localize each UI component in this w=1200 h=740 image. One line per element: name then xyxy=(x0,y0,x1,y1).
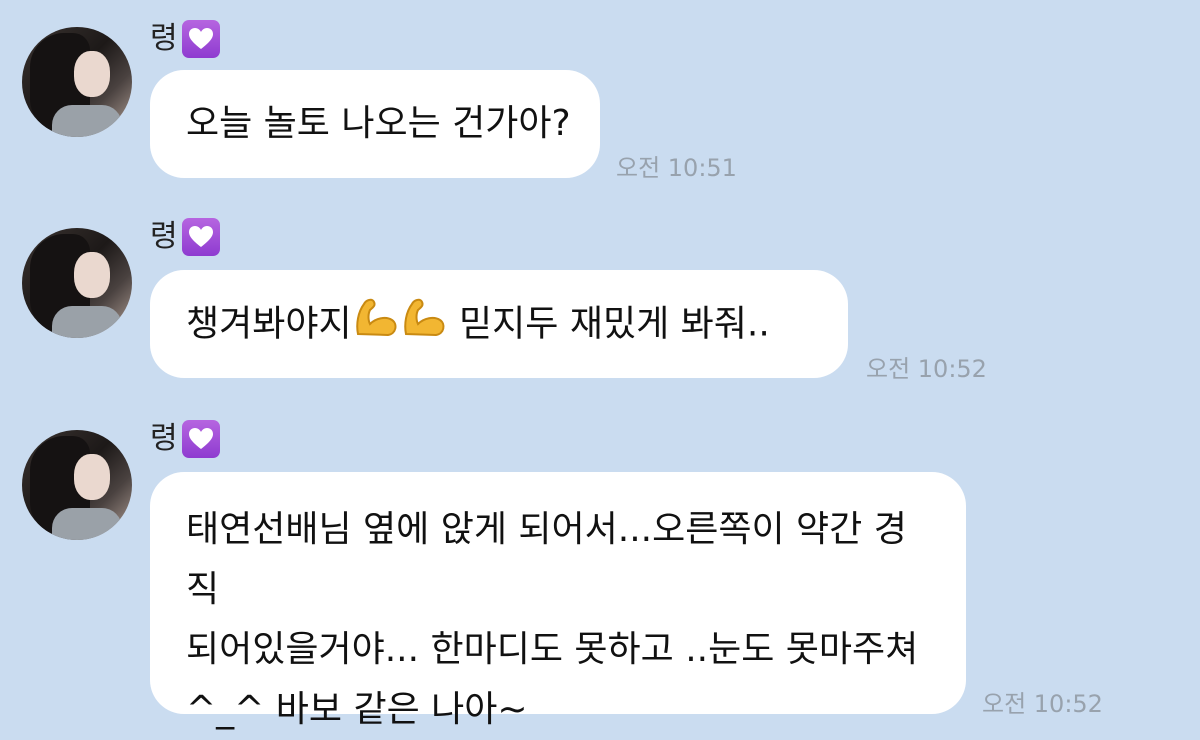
purple-heart-icon xyxy=(181,218,220,256)
avatar[interactable] xyxy=(22,430,132,540)
purple-heart-icon xyxy=(181,20,220,58)
flexed-biceps-icon xyxy=(400,294,448,357)
avatar[interactable] xyxy=(22,228,132,338)
message-bubble[interactable]: 태연선배님 옆에 앉게 되어서...오른쪽이 약간 경직 되어있을거야... 한… xyxy=(150,472,966,730)
timestamp: 오전 10:52 xyxy=(866,355,987,383)
message-bubble[interactable]: 오늘 놀토 나오는 건가아? xyxy=(150,70,600,178)
timestamp: 오전 10:51 xyxy=(616,154,737,182)
sender-name: 령 xyxy=(150,421,178,456)
avatar[interactable] xyxy=(22,27,132,137)
flexed-biceps-icon xyxy=(352,294,400,357)
message-text: 챙겨봐야지 xyxy=(186,303,352,345)
message-text: 믿지두 재밌게 봐줘.. xyxy=(447,303,770,345)
message-line: 태연선배님 옆에 앉게 되어서...오른쪽이 약간 경직 xyxy=(186,509,907,610)
sender-row: 령 xyxy=(150,218,220,256)
purple-heart-icon xyxy=(181,420,220,458)
sender-name: 령 xyxy=(150,21,178,56)
message-text: 오늘 놀토 나오는 건가아? xyxy=(186,103,571,144)
timestamp: 오전 10:52 xyxy=(982,690,1103,718)
sender-row: 령 xyxy=(150,420,220,458)
message-line: ^_^ 바보 같은 나아~ xyxy=(186,689,528,730)
sender-name: 령 xyxy=(150,219,178,254)
message-bubble[interactable]: 챙겨봐야지 믿지두 재밌게 봐줘.. xyxy=(150,270,848,378)
message-line: 되어있을거야... 한마디도 못하고 ..눈도 못마주쳐 xyxy=(186,629,919,670)
sender-row: 령 xyxy=(150,20,220,58)
